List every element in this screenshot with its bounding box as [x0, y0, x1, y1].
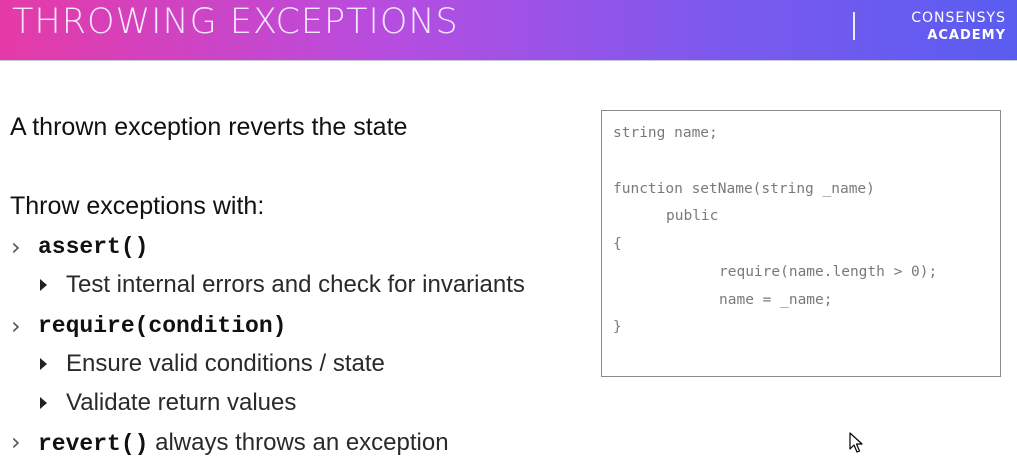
main-statement: A thrown exception reverts the state	[10, 113, 408, 141]
chevron-right-icon: ›	[11, 233, 21, 261]
sub-bullet-text: Ensure valid conditions / state	[66, 350, 385, 377]
bullet-assert: assert()	[38, 234, 148, 260]
code-line: require(name.length > 0);	[719, 264, 938, 280]
code-line: string name;	[613, 125, 718, 141]
chevron-right-icon: ›	[11, 428, 21, 456]
code-line: }	[613, 319, 622, 335]
mouse-cursor-icon	[849, 432, 863, 453]
code-line: public	[666, 208, 719, 224]
bullet-text: always throws an exception	[148, 429, 449, 456]
triangle-right-icon	[40, 397, 47, 409]
code-line: {	[613, 236, 622, 252]
header-divider	[853, 12, 855, 40]
brand-name: CONSENSYS	[911, 10, 1006, 26]
sub-bullet-text: Validate return values	[66, 389, 297, 416]
bullet-code: require(condition)	[38, 313, 287, 339]
brand-subtitle: ACADEMY	[927, 28, 1006, 43]
bullet-require: require(condition)	[38, 313, 286, 339]
code-sample-box: string name; function setName(string _na…	[601, 110, 1001, 377]
bullet-code: revert()	[38, 431, 149, 457]
triangle-right-icon	[40, 279, 47, 291]
throw-heading: Throw exceptions with:	[10, 192, 265, 220]
bullet-code: assert()	[38, 234, 149, 260]
triangle-right-icon	[40, 358, 47, 370]
bullet-revert: revert() always throws an exception	[38, 429, 449, 457]
slide-header: THROWING EXCEPTIONS CONSENSYS ACADEMY	[0, 0, 1017, 61]
slide-title: THROWING EXCEPTIONS	[12, 2, 459, 42]
chevron-right-icon: ›	[11, 312, 21, 340]
code-line: name = _name;	[719, 292, 833, 308]
sub-bullet-text: Test internal errors and check for invar…	[66, 271, 525, 298]
code-line: function setName(string _name)	[613, 181, 875, 197]
